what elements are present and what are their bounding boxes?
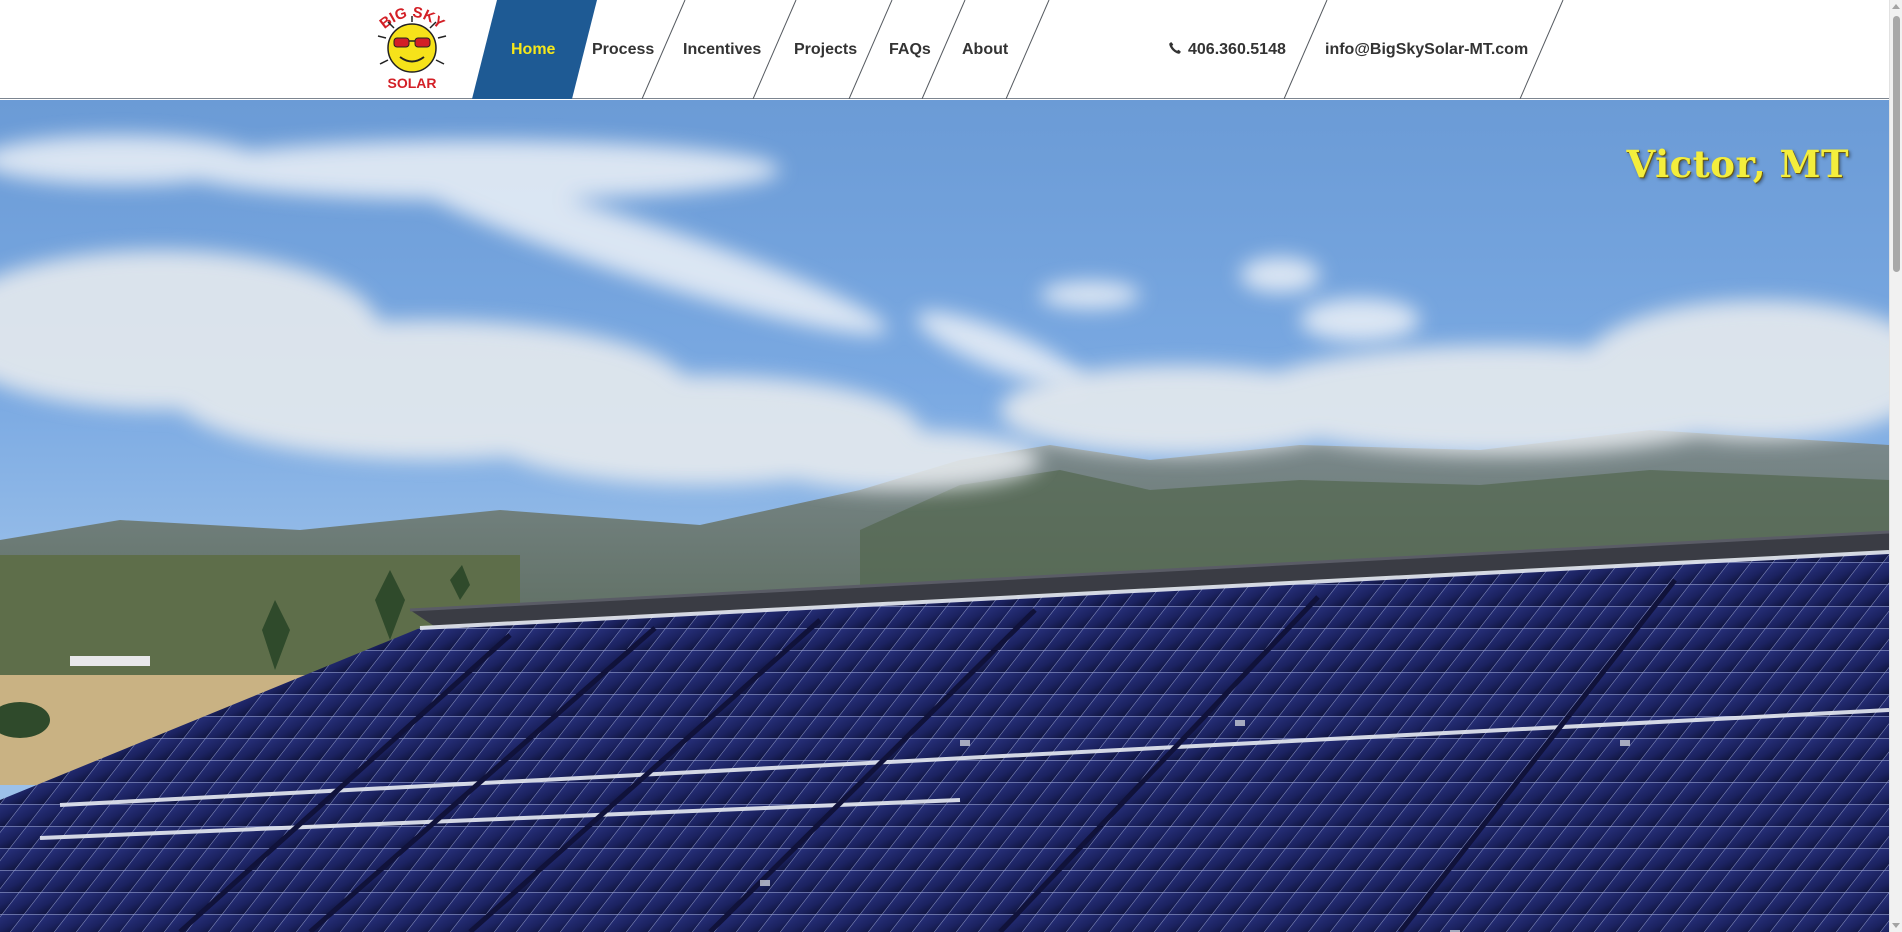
nav-home[interactable]: Home xyxy=(511,0,555,99)
nav-about[interactable]: About xyxy=(962,0,1008,99)
sun-icon xyxy=(387,23,437,73)
nav-faqs[interactable]: FAQs xyxy=(889,0,931,99)
logo[interactable]: BIG SKY SOLAR xyxy=(368,2,456,92)
nav-projects[interactable]: Projects xyxy=(794,0,857,99)
phone-link[interactable]: 406.360.5148 xyxy=(1168,0,1286,99)
nav-process[interactable]: Process xyxy=(592,0,654,99)
scroll-down-icon[interactable] xyxy=(1892,923,1900,928)
scroll-up-icon[interactable] xyxy=(1892,4,1900,9)
hero-image xyxy=(0,100,1889,932)
phone-number: 406.360.5148 xyxy=(1188,41,1286,58)
logo-bottom-text: SOLAR xyxy=(388,75,437,91)
nav-incentives[interactable]: Incentives xyxy=(683,0,761,99)
scroll-thumb[interactable] xyxy=(1893,16,1900,272)
phone-icon xyxy=(1169,42,1181,54)
project-location: Victor, MT xyxy=(1626,142,1849,186)
scrollbar[interactable] xyxy=(1889,0,1902,932)
site-header: BIG SKY SOLAR Home Process Incentives Pr… xyxy=(0,0,1889,99)
nav-dividers xyxy=(472,0,1564,99)
email-link[interactable]: info@BigSkySolar-MT.com xyxy=(1325,0,1528,99)
hero-banner: Victor, MT xyxy=(0,100,1889,932)
